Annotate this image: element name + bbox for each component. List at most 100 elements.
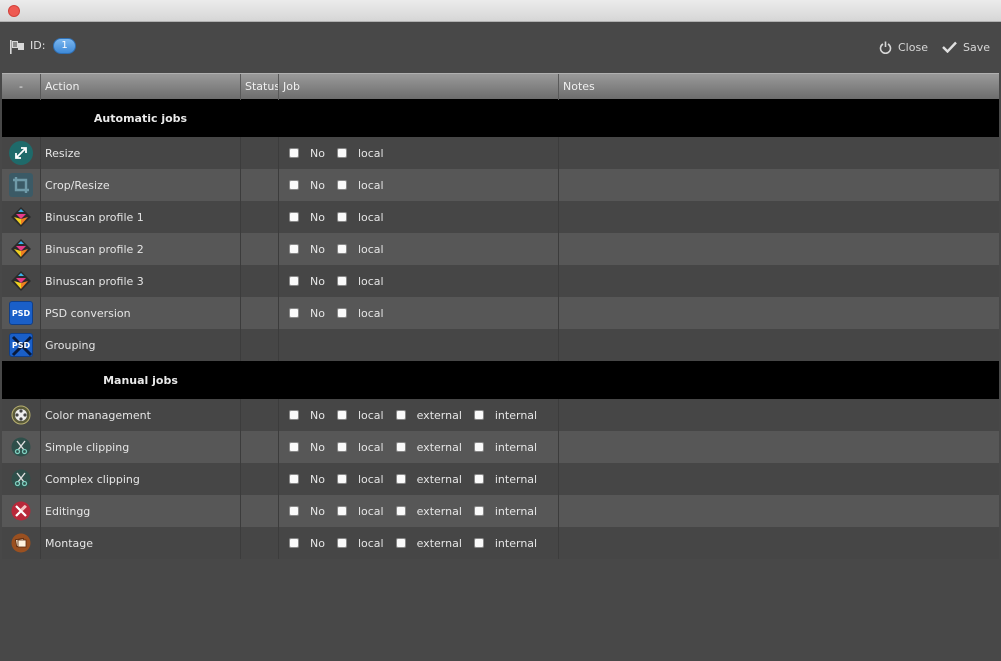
checkbox[interactable] bbox=[395, 474, 406, 484]
table-row[interactable]: Complex clipping No local external internal bbox=[2, 463, 999, 495]
column-header-action[interactable]: Action bbox=[41, 74, 241, 100]
notes-cell[interactable] bbox=[559, 399, 999, 431]
table-row[interactable]: Simple clipping No local external internal bbox=[2, 431, 999, 463]
job-option-no[interactable]: No bbox=[289, 409, 325, 422]
job-option-local[interactable]: local bbox=[336, 147, 384, 160]
table-row[interactable]: Resize No local bbox=[2, 137, 999, 169]
column-header-dash[interactable]: - bbox=[2, 74, 41, 100]
job-option-external[interactable]: external bbox=[395, 505, 462, 518]
job-option-internal[interactable]: internal bbox=[473, 537, 537, 550]
checkbox[interactable] bbox=[289, 244, 299, 254]
checkmark-icon bbox=[942, 41, 957, 53]
window-close-button[interactable] bbox=[8, 5, 20, 17]
table-row[interactable]: Montage No local external internal bbox=[2, 527, 999, 559]
checkbox[interactable] bbox=[473, 442, 484, 452]
checkbox[interactable] bbox=[336, 538, 347, 548]
checkbox[interactable] bbox=[336, 474, 347, 484]
checkbox[interactable] bbox=[336, 180, 347, 190]
checkbox[interactable] bbox=[473, 474, 484, 484]
job-option-no[interactable]: No bbox=[289, 537, 325, 550]
checkbox[interactable] bbox=[336, 506, 347, 516]
checkbox[interactable] bbox=[336, 244, 347, 254]
checkbox[interactable] bbox=[336, 276, 347, 286]
checkbox[interactable] bbox=[473, 538, 484, 548]
checkbox[interactable] bbox=[289, 474, 299, 484]
job-option-no[interactable]: No bbox=[289, 473, 325, 486]
checkbox[interactable] bbox=[395, 506, 406, 516]
table-row[interactable]: PSD PSD conversion No local bbox=[2, 297, 999, 329]
table-row[interactable]: Binuscan profile 2 No local bbox=[2, 233, 999, 265]
job-option-external[interactable]: external bbox=[395, 473, 462, 486]
job-option-external[interactable]: external bbox=[395, 441, 462, 454]
notes-cell[interactable] bbox=[559, 201, 999, 233]
notes-cell[interactable] bbox=[559, 137, 999, 169]
job-option-internal[interactable]: internal bbox=[473, 473, 537, 486]
checkbox[interactable] bbox=[336, 410, 347, 420]
job-option-no[interactable]: No bbox=[289, 147, 325, 160]
job-option-internal[interactable]: internal bbox=[473, 441, 537, 454]
checkbox[interactable] bbox=[473, 410, 484, 420]
job-option-no[interactable]: No bbox=[289, 211, 325, 224]
checkbox[interactable] bbox=[289, 276, 299, 286]
job-option-local[interactable]: local bbox=[336, 275, 384, 288]
checkbox[interactable] bbox=[289, 180, 299, 190]
checkbox[interactable] bbox=[289, 538, 299, 548]
job-option-no[interactable]: No bbox=[289, 179, 325, 192]
job-option-local[interactable]: local bbox=[336, 473, 384, 486]
table-row[interactable]: Binuscan profile 3 No local bbox=[2, 265, 999, 297]
job-option-no[interactable]: No bbox=[289, 505, 325, 518]
job-option-no[interactable]: No bbox=[289, 307, 325, 320]
checkbox[interactable] bbox=[289, 442, 299, 452]
status-cell bbox=[241, 169, 279, 201]
checkbox[interactable] bbox=[336, 212, 347, 222]
job-option-local[interactable]: local bbox=[336, 441, 384, 454]
job-option-local[interactable]: local bbox=[336, 537, 384, 550]
checkbox[interactable] bbox=[336, 442, 347, 452]
job-option-internal[interactable]: internal bbox=[473, 409, 537, 422]
job-option-local[interactable]: local bbox=[336, 505, 384, 518]
column-header-notes[interactable]: Notes bbox=[559, 74, 999, 100]
checkbox[interactable] bbox=[289, 212, 299, 222]
checkbox[interactable] bbox=[289, 308, 299, 318]
notes-cell[interactable] bbox=[559, 265, 999, 297]
table-row[interactable]: PSD Grouping bbox=[2, 329, 999, 361]
job-option-local[interactable]: local bbox=[336, 307, 384, 320]
job-option-external[interactable]: external bbox=[395, 537, 462, 550]
action-label: Simple clipping bbox=[41, 431, 241, 463]
column-header-status[interactable]: Status bbox=[241, 74, 279, 100]
notes-cell[interactable] bbox=[559, 495, 999, 527]
notes-cell[interactable] bbox=[559, 527, 999, 559]
checkbox[interactable] bbox=[289, 410, 299, 420]
checkbox[interactable] bbox=[336, 308, 347, 318]
job-option-no[interactable]: No bbox=[289, 441, 325, 454]
table-row[interactable]: Crop/Resize No local bbox=[2, 169, 999, 201]
id-badge: 1 bbox=[53, 38, 76, 54]
checkbox[interactable] bbox=[289, 148, 299, 158]
notes-cell[interactable] bbox=[559, 329, 999, 361]
job-option-external[interactable]: external bbox=[395, 409, 462, 422]
checkbox[interactable] bbox=[473, 506, 484, 516]
checkbox[interactable] bbox=[336, 148, 347, 158]
table-row[interactable]: Editingg No local external internal bbox=[2, 495, 999, 527]
job-option-local[interactable]: local bbox=[336, 409, 384, 422]
notes-cell[interactable] bbox=[559, 169, 999, 201]
checkbox[interactable] bbox=[395, 442, 406, 452]
notes-cell[interactable] bbox=[559, 463, 999, 495]
job-option-no[interactable]: No bbox=[289, 275, 325, 288]
job-option-local[interactable]: local bbox=[336, 179, 384, 192]
column-header-job[interactable]: Job bbox=[279, 74, 559, 100]
job-option-no[interactable]: No bbox=[289, 243, 325, 256]
notes-cell[interactable] bbox=[559, 297, 999, 329]
notes-cell[interactable] bbox=[559, 233, 999, 265]
job-option-internal[interactable]: internal bbox=[473, 505, 537, 518]
checkbox[interactable] bbox=[395, 410, 406, 420]
save-button[interactable]: Save bbox=[942, 38, 990, 56]
checkbox[interactable] bbox=[395, 538, 406, 548]
close-button[interactable]: Close bbox=[879, 38, 928, 56]
checkbox[interactable] bbox=[289, 506, 299, 516]
job-option-local[interactable]: local bbox=[336, 243, 384, 256]
table-row[interactable]: Color management No local external internal bbox=[2, 399, 999, 431]
table-row[interactable]: Binuscan profile 1 No local bbox=[2, 201, 999, 233]
notes-cell[interactable] bbox=[559, 431, 999, 463]
job-option-local[interactable]: local bbox=[336, 211, 384, 224]
